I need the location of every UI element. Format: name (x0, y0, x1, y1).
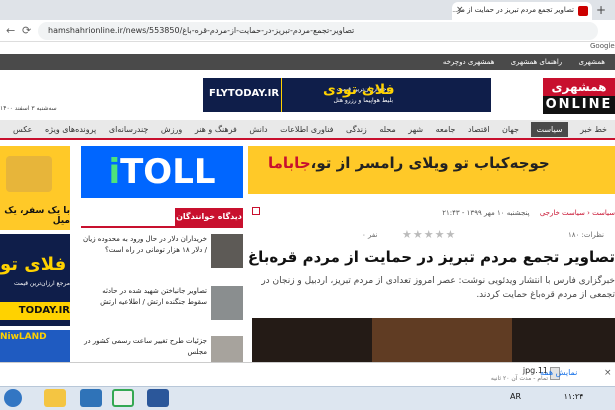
toll-text: TOLL (120, 152, 216, 192)
top-link-docharkhe[interactable]: همشهری دوچرخه (443, 58, 495, 66)
article-headline: تصاویر تجمع مردم تبریز در حمایت از مردم … (247, 248, 615, 266)
ad-fly-fa: فلای تو (0, 254, 67, 275)
bookmarks-bar: Google (0, 42, 615, 54)
ad-flytoday-side[interactable]: فلای تو مرجع ارزان‌ترین قیمت TODAY.IR (0, 234, 70, 326)
chrome-icon[interactable] (112, 389, 134, 407)
vote-count: ۰ نفر (362, 231, 378, 239)
system-tray: AR ۱۱:۲۴ (510, 392, 583, 401)
nav-item[interactable]: زندگی (346, 125, 367, 134)
reload-icon[interactable]: ⟳ (22, 24, 31, 37)
site-date: سه‌شنبه ۳ اسفند ۱۴۰۰ (0, 105, 57, 112)
nav-item[interactable]: جامعه (436, 125, 456, 134)
rating-stars-icon[interactable]: ★★★★★ (402, 228, 456, 241)
article-photo (252, 318, 615, 362)
nav-item[interactable]: شهر (408, 125, 423, 134)
media-player-icon[interactable] (80, 389, 102, 407)
ad-fly-slogan: مرجع ارزان‌ترین قیمت (13, 280, 70, 287)
show-all-downloads-link[interactable]: نمایش همه (540, 368, 577, 377)
list-item-title: جزئیات طرح تغییر ساعت رسمی کشور در مجلس (84, 337, 207, 356)
clock[interactable]: ۱۱:۲۴ (564, 392, 584, 401)
nav-item[interactable]: دانش (249, 125, 267, 134)
jabama-banner[interactable]: جوجه‌کباب تو ویلای رامسر از تو،جاباما (248, 146, 615, 194)
ad-travel-text: با یک سفر، یک میل (4, 206, 70, 226)
nav-item[interactable]: جهان (502, 125, 519, 134)
list-item-thumbnail (211, 286, 243, 320)
list-item-thumbnail (211, 234, 243, 268)
fly-divider (281, 78, 282, 112)
tab-close-icon[interactable]: × (456, 5, 464, 15)
list-item-title: خریداران دلار در حال ورود به محدوده زیان… (82, 235, 207, 254)
toll-banner[interactable]: iTOLL (81, 146, 243, 198)
list-item-title: تصاویر جانباختن شهید شده در حادثه سقوط ج… (100, 287, 207, 306)
fly-brand-en: FLYTODAY.IR (209, 88, 280, 99)
back-icon[interactable]: ← (6, 24, 15, 37)
nav-item[interactable]: پرونده‌های ویژه (45, 125, 96, 134)
download-close-icon[interactable]: × (604, 368, 612, 378)
site-top-bar: همشهری راهنمای همشهری همشهری دوچرخه (0, 54, 615, 70)
readers-divider (81, 226, 243, 228)
nav-item-active[interactable]: سیاست (531, 122, 568, 137)
top-link-hamshahri[interactable]: همشهری (578, 58, 605, 66)
word-icon[interactable] (147, 389, 169, 407)
file-explorer-icon[interactable] (44, 389, 66, 407)
nav-item[interactable]: ورزش (161, 125, 182, 134)
article-date: پنجشنبه ۱۰ مهر ۱۳۹۹ - ۲۱:۴۳ (442, 209, 530, 217)
bookmark-google[interactable]: Google (590, 42, 615, 50)
jabama-text: جوجه‌کباب تو ویلای رامسر از تو،جاباما (268, 154, 550, 172)
logo-en: ONLINE (543, 96, 615, 114)
top-link-guide[interactable]: راهنمای همشهری (511, 58, 563, 66)
nav-item[interactable]: محله (379, 125, 395, 134)
list-item[interactable]: تصاویر جانباختن شهید شده در حادثه سقوط ج… (81, 286, 243, 328)
list-item[interactable]: خریداران دلار در حال ورود به محدوده زیان… (81, 234, 243, 276)
photo-glow (372, 318, 512, 362)
ad-niwland-text: NiwLAND (0, 332, 47, 342)
article-lead: خبرگزاری فارس با انتشار ویدئویی نوشت: عص… (261, 276, 615, 300)
readers-heading: دیدگاه خوانندگان (175, 208, 243, 226)
print-icon[interactable] (252, 207, 260, 215)
breadcrumb-foreign[interactable]: سیاست خارجی (540, 209, 585, 217)
nav-item[interactable]: فناوری اطلاعات (280, 125, 333, 134)
coins-image (6, 156, 52, 192)
logo-fa: همشهری (543, 78, 615, 96)
main-nav: خط خبر سیاست جهان اقتصاد جامعه شهر محله … (0, 120, 615, 140)
fly-brand-fa: فلای تودی (323, 82, 395, 98)
site-logo[interactable]: همشهری ONLINE (543, 78, 615, 114)
nav-item[interactable]: عکس (13, 125, 32, 134)
ad-fly-site: TODAY.IR (0, 302, 70, 320)
browser-tab[interactable]: × تصاویر تجمع مردم تبریز در حمایت از مر.… (452, 2, 592, 20)
tab-title: تصاویر تجمع مردم تبریز در حمایت از مر... (452, 6, 574, 14)
toll-dot-icon: i (108, 152, 121, 192)
url-input[interactable]: hamshahrionline.ir/news/553850/تصاویر-تج… (38, 22, 598, 40)
breadcrumb: سیاست ‹ سیاست خارجی پنجشنبه ۱۰ مهر ۱۳۹۹ … (442, 209, 615, 217)
flytoday-banner[interactable]: FLYTODAY.IR مرجع ارزان‌ترین قیمت بلیط هوا… (203, 78, 491, 112)
language-indicator[interactable]: AR (510, 392, 521, 401)
nav-item[interactable]: چندرسانه‌ای (109, 125, 149, 134)
nav-item[interactable]: اقتصاد (468, 125, 489, 134)
nav-item[interactable]: فرهنگ و هنر (195, 125, 237, 134)
comment-count: نظرات: ۱۸۰ (568, 231, 604, 239)
nav-item[interactable]: خط خبر (580, 125, 607, 134)
site-favicon-icon (578, 6, 588, 16)
new-tab-button[interactable]: + (596, 3, 606, 17)
breadcrumb-politics[interactable]: سیاست (592, 209, 615, 217)
start-button[interactable] (4, 389, 22, 407)
